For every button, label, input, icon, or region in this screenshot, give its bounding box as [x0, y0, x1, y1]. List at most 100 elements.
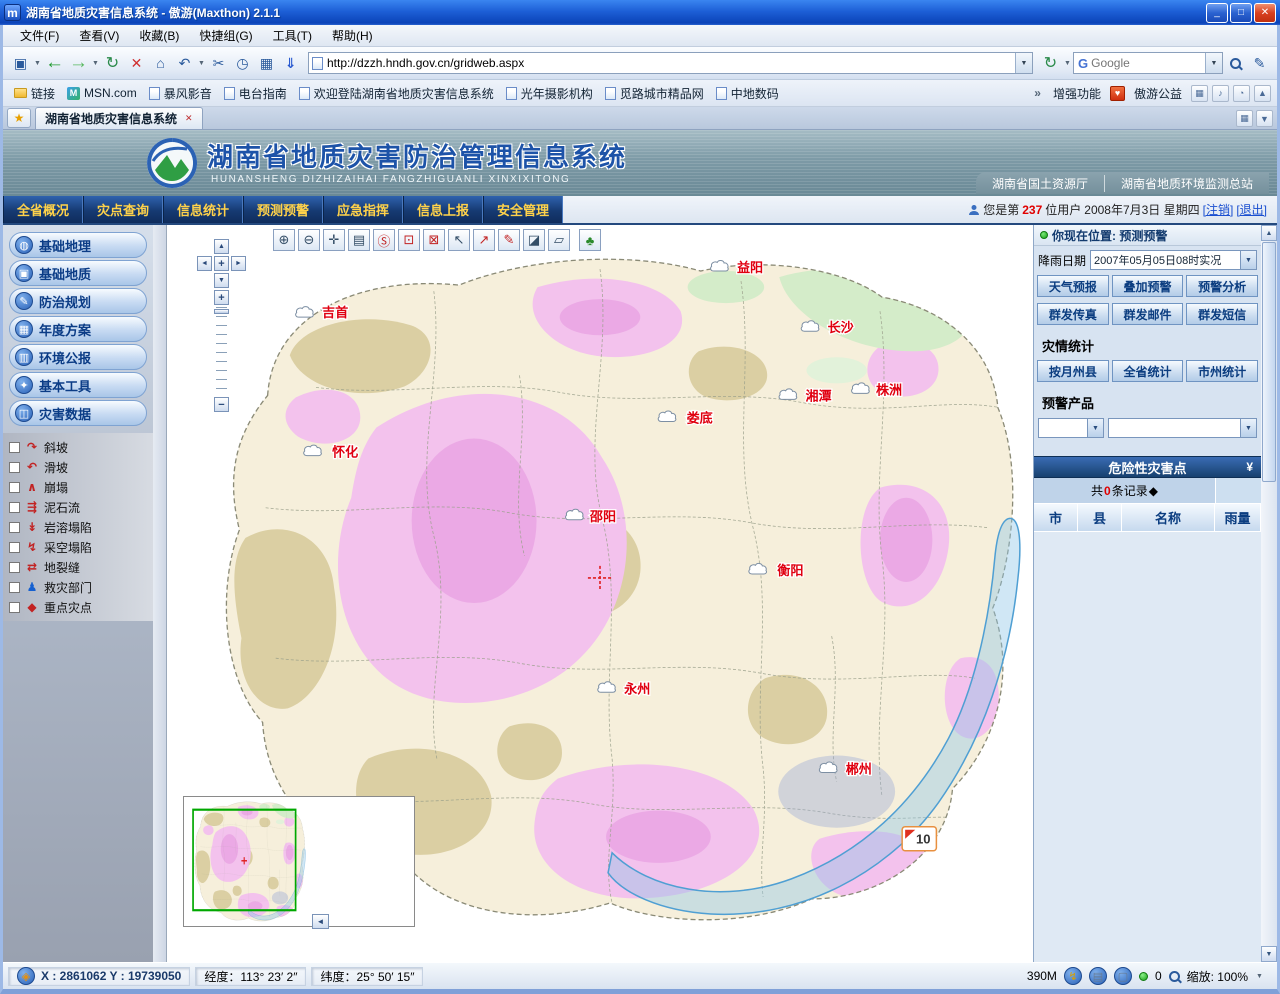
layer-mining-subsidence[interactable]: ↯采空塌陷	[3, 537, 153, 557]
sidebar-item-disaster-data[interactable]: ◫灾害数据	[9, 400, 147, 426]
filter-status-icon[interactable]	[1139, 972, 1148, 981]
monthly-county-button[interactable]: 按月州县	[1037, 360, 1109, 382]
download-manager-icon[interactable]: ▢	[1114, 967, 1132, 985]
overlay-warning-button[interactable]: 叠加预警	[1112, 275, 1184, 297]
logout-link[interactable]: [注销]	[1203, 201, 1234, 218]
nav-tab-stats[interactable]: 信息统计	[163, 196, 243, 223]
sidebar-item-prevention-plan[interactable]: ✎防治规划	[9, 288, 147, 314]
sidebar-item-base-geography[interactable]: ◍基础地理	[9, 232, 147, 258]
layer-slope[interactable]: ↷斜坡	[3, 437, 153, 457]
go-button[interactable]: ↻	[1039, 51, 1062, 75]
link-radio[interactable]: 电台指南	[219, 83, 292, 104]
undo-close-button[interactable]: ↶	[173, 51, 196, 75]
link-milu[interactable]: 觅路城市精品网	[600, 83, 709, 104]
nav-tab-report[interactable]: 信息上报	[403, 196, 483, 223]
zoom-in-tool-icon[interactable]: ⊕	[273, 229, 295, 251]
eraser-tool-icon[interactable]: ◪	[523, 229, 545, 251]
menu-help[interactable]: 帮助(H)	[323, 25, 382, 46]
nav-tab-query[interactable]: 灾点查询	[83, 196, 163, 223]
col-city[interactable]: 市	[1034, 504, 1078, 532]
danger-points-header[interactable]: 危险性灾害点 ¥	[1034, 456, 1261, 478]
back-button[interactable]: ←	[43, 51, 66, 75]
layer-checkbox[interactable]	[9, 582, 20, 593]
snap-tool-icon[interactable]: ✂	[207, 51, 230, 75]
layer-debris-flow[interactable]: ⇶泥石流	[3, 497, 153, 517]
sidebar-item-env-bulletin[interactable]: ▥环境公报	[9, 344, 147, 370]
weather-forecast-button[interactable]: 天气预报	[1037, 275, 1109, 297]
menu-favorites[interactable]: 收藏(B)	[130, 25, 188, 46]
zoom-out-tool-icon[interactable]: ⊖	[298, 229, 320, 251]
sidebar-item-base-geology[interactable]: ▣基础地质	[9, 260, 147, 286]
layer-rescue-dept[interactable]: ♟救灾部门	[3, 577, 153, 597]
link-welcome[interactable]: 欢迎登陆湖南省地质灾害信息系统	[294, 83, 499, 104]
pan-right-icon[interactable]: ►	[231, 256, 246, 271]
new-page-icon[interactable]: ▣	[9, 51, 32, 75]
map-marker[interactable]: 10	[902, 827, 936, 851]
overview-collapse-icon[interactable]: ◄	[312, 914, 329, 929]
link-land-resources[interactable]: 湖南省国土资源厅	[976, 175, 1104, 192]
menu-tools[interactable]: 工具(T)	[264, 25, 321, 46]
nav-tab-forecast[interactable]: 预测预警	[243, 196, 323, 223]
tab-menu-icon[interactable]: ▼	[1256, 110, 1273, 127]
heart-icon[interactable]: ♥	[1110, 86, 1125, 101]
sidebar-item-basic-tools[interactable]: ✦基本工具	[9, 372, 147, 398]
close-button[interactable]: ✕	[1254, 3, 1276, 23]
tab-list-icon[interactable]: ▦	[1236, 110, 1253, 127]
page-scrollbar[interactable]: ▲ ▼	[1261, 225, 1277, 962]
links-root[interactable]: 链接	[9, 83, 60, 104]
scrollbar-thumb[interactable]	[1262, 242, 1276, 482]
rain-date-select[interactable]: 2007年05月05日08时实况 ▼	[1090, 250, 1257, 270]
layer-tree-tool-icon[interactable]: ♣	[579, 229, 601, 251]
dropdown-arrow-icon[interactable]: ▼	[1240, 419, 1256, 437]
zoom-slider-thumb[interactable]	[214, 309, 229, 314]
search-button[interactable]	[1224, 51, 1247, 75]
forward-button[interactable]: →	[67, 51, 90, 75]
layer-checkbox[interactable]	[9, 502, 20, 513]
col-name[interactable]: 名称	[1122, 504, 1215, 532]
address-input[interactable]	[323, 56, 1015, 70]
pan-tool-icon[interactable]: ✛	[323, 229, 345, 251]
clock-icon[interactable]: ◷	[231, 51, 254, 75]
layer-ground-fissure[interactable]: ⇄地裂缝	[3, 557, 153, 577]
nav-tab-emergency[interactable]: 应急指挥	[323, 196, 403, 223]
capture-icon[interactable]: ▦	[255, 51, 278, 75]
link-plugins[interactable]: 增强功能	[1048, 83, 1106, 104]
go-menu-icon[interactable]: ▼	[1063, 60, 1072, 67]
link-msn[interactable]: MMSN.com	[62, 84, 142, 102]
search-input[interactable]	[1091, 56, 1202, 70]
col-county[interactable]: 县	[1078, 504, 1122, 532]
measure-tool-icon[interactable]: ▤	[348, 229, 370, 251]
warning-analysis-button[interactable]: 预警分析	[1186, 275, 1258, 297]
identify-tool-icon[interactable]: ↗	[473, 229, 495, 251]
link-zhongdi[interactable]: 中地数码	[711, 83, 784, 104]
zoom-minus-icon[interactable]: −	[214, 397, 229, 412]
pan-up-icon[interactable]: ▲	[214, 239, 229, 254]
overview-map[interactable]	[188, 801, 306, 922]
fill-form-icon[interactable]: ✎	[1248, 51, 1271, 75]
draw-tool-icon[interactable]: ✎	[498, 229, 520, 251]
product-item-select[interactable]: ▼	[1108, 418, 1257, 438]
zoom-menu-icon[interactable]: ▼	[1255, 973, 1264, 980]
exit-link[interactable]: [退出]	[1236, 201, 1267, 218]
dropdown-arrow-icon[interactable]: ▼	[1087, 419, 1103, 437]
history-menu-icon[interactable]: ▼	[91, 60, 100, 67]
layer-checkbox[interactable]	[9, 542, 20, 553]
menu-file[interactable]: 文件(F)	[11, 25, 68, 46]
maximize-button[interactable]: □	[1230, 3, 1252, 23]
layer-checkbox[interactable]	[9, 482, 20, 493]
city-stats-button[interactable]: 市州统计	[1186, 360, 1258, 382]
tab-close-icon[interactable]: ✕	[185, 113, 193, 124]
sidebar-item-annual-scheme[interactable]: ▦年度方案	[9, 316, 147, 342]
pan-center-icon[interactable]: +	[214, 256, 229, 271]
layer-collapse[interactable]: ∧崩塌	[3, 477, 153, 497]
address-dropdown-icon[interactable]: ▼	[1015, 53, 1032, 73]
links-overflow-icon[interactable]: »	[1031, 86, 1044, 100]
favorites-star-icon[interactable]: ★	[7, 108, 31, 128]
search-engine-dropdown-icon[interactable]: ▼	[1205, 53, 1222, 73]
boost-icon[interactable]: ↯	[1064, 967, 1082, 985]
zoom-plus-icon[interactable]: +	[214, 290, 229, 305]
product-type-select[interactable]: ▼	[1038, 418, 1104, 438]
clear-all-tool-icon[interactable]: ▱	[548, 229, 570, 251]
sound-icon[interactable]: ♪	[1212, 85, 1229, 102]
layer-checkbox[interactable]	[9, 462, 20, 473]
